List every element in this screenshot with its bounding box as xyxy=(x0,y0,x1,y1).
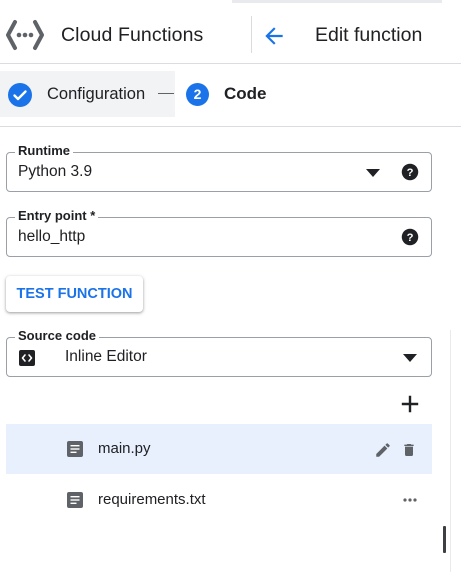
source-code-label: Source code xyxy=(15,328,100,344)
pencil-icon[interactable] xyxy=(374,441,392,459)
svg-text:?: ? xyxy=(407,167,414,179)
svg-text:?: ? xyxy=(407,232,414,244)
check-circle-icon xyxy=(8,83,32,107)
top-tab-strip xyxy=(232,0,442,3)
runtime-label: Runtime xyxy=(15,143,73,159)
entry-point-label: Entry point * xyxy=(15,208,99,224)
file-name: main.py xyxy=(98,440,151,457)
code-icon xyxy=(19,350,35,366)
help-icon[interactable]: ? xyxy=(401,163,419,181)
source-code-value: Inline Editor xyxy=(65,348,147,365)
test-function-button[interactable]: TEST FUNCTION xyxy=(6,276,143,312)
file-icon xyxy=(67,492,83,508)
stepper: Configuration 2 Code xyxy=(0,64,461,127)
runtime-value: Python 3.9 xyxy=(18,163,93,180)
trash-icon[interactable] xyxy=(401,441,417,459)
more-horizontal-icon[interactable] xyxy=(403,498,417,502)
source-code-select[interactable]: Source code Inline Editor xyxy=(6,328,432,377)
step-code-label[interactable]: Code xyxy=(224,84,267,104)
product-title: Cloud Functions xyxy=(61,24,204,46)
step-configuration-label: Configuration xyxy=(47,85,146,103)
file-row[interactable]: main.py xyxy=(6,424,432,474)
page-title: Edit function xyxy=(315,24,423,46)
step-connector xyxy=(158,93,174,94)
scrollbar-track[interactable] xyxy=(450,330,451,572)
dropdown-arrow-icon xyxy=(403,354,417,362)
entry-point-value: hello_http xyxy=(18,228,86,245)
step-configuration[interactable]: Configuration xyxy=(0,71,175,117)
dropdown-arrow-icon xyxy=(366,169,380,177)
arrow-back-icon[interactable] xyxy=(261,23,287,49)
header-divider xyxy=(251,16,252,53)
file-row[interactable]: requirements.txt xyxy=(6,475,432,525)
app-header: Cloud Functions Edit function xyxy=(0,0,461,64)
file-icon xyxy=(67,441,83,457)
add-file-icon[interactable] xyxy=(400,394,420,414)
scrollbar-thumb[interactable] xyxy=(443,526,446,553)
step-number-badge: 2 xyxy=(186,83,209,106)
file-name: requirements.txt xyxy=(98,491,206,508)
help-icon[interactable]: ? xyxy=(401,228,419,246)
runtime-select[interactable]: Runtime Python 3.9 ? xyxy=(6,143,432,192)
cloud-functions-logo-icon xyxy=(6,20,44,50)
entry-point-field[interactable]: Entry point * hello_http ? xyxy=(6,208,432,257)
